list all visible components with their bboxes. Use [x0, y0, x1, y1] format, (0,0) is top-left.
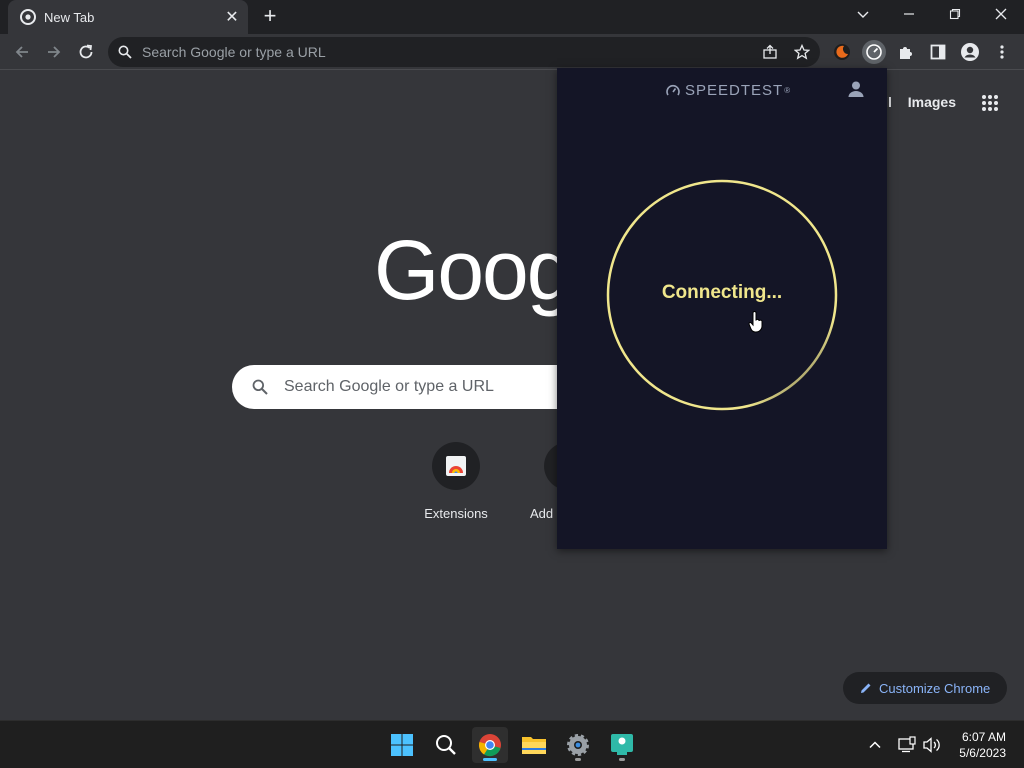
running-indicator	[575, 758, 581, 761]
title-bar: New Tab ✕ +	[0, 0, 1024, 34]
speedtest-extension-icon[interactable]	[862, 40, 886, 64]
new-tab-button[interactable]: +	[258, 5, 282, 29]
minimize-button[interactable]	[886, 0, 932, 30]
chrome-icon	[478, 734, 501, 757]
customize-chrome-label: Customize Chrome	[879, 680, 991, 696]
start-button[interactable]	[384, 727, 420, 763]
reload-icon	[79, 44, 93, 59]
speedtest-brand-label: SPEEDTEST	[685, 82, 784, 99]
restore-button[interactable]	[932, 0, 978, 30]
taskbar-chrome[interactable]	[472, 727, 508, 763]
taskbar-search-button[interactable]	[428, 727, 464, 763]
folder-icon	[522, 737, 546, 754]
dark-reader-extension-icon[interactable]	[830, 40, 854, 64]
bookmark-star-icon[interactable]	[794, 44, 810, 60]
tab-new-tab[interactable]: New Tab ✕	[8, 0, 248, 34]
forward-button[interactable]	[42, 40, 66, 64]
back-arrow-icon	[15, 46, 28, 58]
ntp-search-placeholder: Search Google or type a URL	[284, 378, 494, 395]
search-icon	[436, 735, 456, 755]
tab-close-icon[interactable]: ✕	[222, 7, 242, 27]
forward-arrow-icon	[48, 46, 61, 58]
app-icon	[611, 734, 633, 755]
speedtest-brand: SPEEDTEST ®	[665, 82, 791, 99]
hand-pointer-cursor-icon	[748, 311, 763, 333]
active-indicator	[483, 758, 497, 761]
speedtest-popup: SPEEDTEST ® Connecting...	[557, 68, 887, 549]
tab-search-icon[interactable]	[840, 0, 886, 30]
customize-chrome-button[interactable]: Customize Chrome	[843, 672, 1007, 704]
profile-avatar-icon[interactable]	[958, 40, 982, 64]
share-icon[interactable]	[762, 44, 778, 60]
omnibox[interactable]: Search Google or type a URL	[108, 37, 820, 67]
chrome-menu-icon[interactable]	[990, 40, 1014, 64]
apps-grid-icon[interactable]	[981, 94, 999, 112]
tab-title: New Tab	[44, 9, 95, 25]
search-icon	[252, 379, 268, 395]
clock-date: 5/6/2023	[959, 746, 1006, 760]
side-panel-icon[interactable]	[926, 40, 950, 64]
taskbar-file-explorer[interactable]	[516, 727, 552, 763]
back-button[interactable]	[10, 40, 34, 64]
volume-icon[interactable]	[922, 736, 942, 754]
omnibox-placeholder: Search Google or type a URL	[142, 44, 326, 60]
extensions-puzzle-icon[interactable]	[894, 40, 918, 64]
pencil-icon	[861, 683, 871, 693]
windows-logo-icon	[391, 734, 413, 756]
shortcut-label: Extensions	[424, 506, 488, 521]
gear-icon	[567, 734, 589, 756]
chrome-icon	[20, 9, 36, 25]
ntp-header-links: ail Images	[876, 94, 956, 110]
taskbar-settings[interactable]	[560, 727, 596, 763]
reload-button[interactable]	[74, 40, 98, 64]
toolbar: Search Google or type a URL	[0, 34, 1024, 70]
network-icon[interactable]	[898, 736, 916, 754]
images-link[interactable]: Images	[908, 94, 956, 110]
google-logo: Goog	[374, 223, 573, 317]
windows-taskbar: 6:07 AM 5/6/2023	[0, 720, 1024, 768]
extensions-shortcut-icon	[432, 442, 480, 490]
taskbar-app[interactable]	[604, 727, 640, 763]
system-clock[interactable]: 6:07 AM 5/6/2023	[959, 729, 1006, 761]
chevron-up-icon[interactable]	[868, 738, 882, 752]
speedtest-logo-icon	[666, 84, 680, 95]
close-window-button[interactable]	[978, 0, 1024, 30]
clock-time: 6:07 AM	[961, 730, 1006, 744]
speedtest-status: Connecting...	[661, 282, 783, 303]
search-icon	[118, 45, 132, 59]
shortcut-extensions[interactable]: Extensions	[400, 442, 512, 521]
running-indicator	[619, 758, 625, 761]
user-icon[interactable]	[847, 80, 865, 98]
